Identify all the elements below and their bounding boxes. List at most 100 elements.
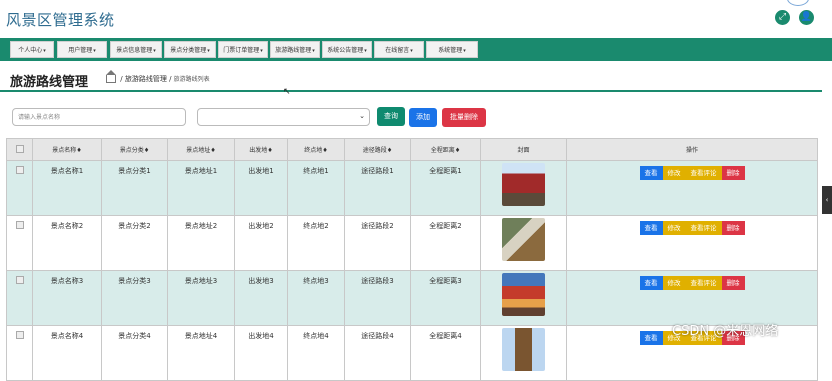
cell-category: 景点分类4 — [101, 325, 168, 381]
view-comments-button[interactable]: 查看评论 — [685, 276, 722, 290]
sort-icon: ♦ — [386, 147, 393, 154]
cell-name: 景点名称2 — [32, 215, 102, 271]
view-button[interactable]: 查看 — [639, 221, 663, 235]
avatar[interactable] — [787, 0, 809, 6]
cell-name: 景点名称4 — [32, 325, 102, 381]
breadcrumb-current: 旅游路线列表 — [173, 76, 210, 83]
view-button[interactable]: 查看 — [639, 331, 663, 345]
cell-route: 途径路段2 — [344, 215, 411, 271]
nav-item-scenic-info[interactable]: 景点信息管理▾ — [110, 41, 162, 58]
cell-end: 终点地2 — [287, 215, 345, 271]
cell-address: 景点地址4 — [167, 325, 235, 381]
nav-item-ticket-orders[interactable]: 门票订单管理▾ — [218, 41, 268, 58]
nav-item-scenic-category[interactable]: 景点分类管理▾ — [164, 41, 216, 58]
cover-image — [502, 218, 545, 261]
column-header[interactable]: 景点名称♦ — [32, 138, 102, 161]
chevron-down-icon: ⌄ — [359, 112, 365, 120]
fullscreen-icon[interactable]: ⤢ — [775, 10, 790, 25]
edit-button[interactable]: 修改 — [662, 276, 686, 290]
column-header: 操作 — [566, 138, 818, 161]
chevron-down-icon: ▾ — [260, 48, 263, 54]
cover-image — [502, 273, 545, 316]
select-all-checkbox[interactable] — [15, 144, 24, 153]
sort-icon: ♦ — [322, 147, 328, 154]
add-button[interactable]: 添加 — [409, 108, 437, 127]
home-icon[interactable] — [106, 70, 116, 83]
table-row: 景点名称3 景点分类3 景点地址3 出发地3 终点地3 途径路段3 全程距离3 … — [6, 270, 818, 326]
cell-address: 景点地址2 — [167, 215, 235, 271]
nav-item-announcements[interactable]: 系统公告管理▾ — [322, 41, 372, 58]
column-header[interactable]: 出发地♦ — [234, 138, 288, 161]
cell-route: 途径路段4 — [344, 325, 411, 381]
column-header[interactable]: 景点地址♦ — [167, 138, 235, 161]
chevron-down-icon: ▾ — [463, 48, 466, 54]
column-header[interactable]: 全程距离♦ — [410, 138, 481, 161]
cell-distance: 全程距离2 — [410, 215, 481, 271]
cell-start: 出发地2 — [234, 215, 288, 271]
cell-name: 景点名称3 — [32, 270, 102, 326]
table-row: 景点名称2 景点分类2 景点地址2 出发地2 终点地2 途径路段2 全程距离2 … — [6, 215, 818, 271]
breadcrumb-sep: / — [169, 75, 172, 83]
breadcrumb: / 旅游路线管理 / 旅游路线列表 — [106, 70, 210, 84]
column-header[interactable]: 终点地♦ — [287, 138, 345, 161]
app-title: 风景区管理系统 — [6, 11, 115, 29]
view-comments-button[interactable]: 查看评论 — [685, 221, 722, 235]
query-button[interactable]: 查询 — [377, 107, 405, 126]
cell-route: 途径路段1 — [344, 160, 411, 216]
category-select[interactable]: ⌄ — [197, 108, 370, 126]
row-checkbox[interactable] — [15, 221, 24, 229]
view-button[interactable]: 查看 — [639, 166, 663, 180]
nav-item-user-management[interactable]: 用户管理▾ — [57, 41, 107, 58]
side-collapse-tab[interactable]: ‹ — [822, 186, 832, 214]
chevron-down-icon: ▾ — [410, 48, 413, 54]
sort-icon: ♦ — [267, 147, 273, 154]
table-header-row: 景点名称♦ 景点分类♦ 景点地址♦ 出发地♦ 终点地♦ 途径路段♦ 全程距离♦ … — [6, 138, 818, 161]
view-comments-button[interactable]: 查看评论 — [685, 166, 722, 180]
chevron-down-icon: ▾ — [43, 48, 46, 54]
cell-category: 景点分类3 — [101, 270, 168, 326]
cell-start: 出发地3 — [234, 270, 288, 326]
edit-button[interactable]: 修改 — [662, 166, 686, 180]
search-input[interactable] — [12, 108, 186, 126]
sort-icon: ♦ — [76, 147, 82, 154]
chevron-down-icon: ▾ — [207, 48, 210, 54]
cell-distance: 全程距离3 — [410, 270, 481, 326]
route-table: 景点名称♦ 景点分类♦ 景点地址♦ 出发地♦ 终点地♦ 途径路段♦ 全程距离♦ … — [6, 138, 818, 381]
delete-button[interactable]: 删除 — [721, 166, 745, 180]
row-checkbox[interactable] — [15, 276, 24, 284]
nav-item-tour-routes[interactable]: 旅游路线管理▾ — [270, 41, 320, 58]
nav-item-personal-center[interactable]: 个人中心▾ — [10, 41, 54, 58]
sort-icon: ♦ — [143, 147, 150, 154]
breadcrumb-parent[interactable]: 旅游路线管理 — [125, 75, 167, 83]
edit-button[interactable]: 修改 — [662, 221, 686, 235]
chevron-down-icon: ▾ — [364, 48, 367, 54]
column-header: 封面 — [480, 138, 567, 161]
batch-delete-button[interactable]: 批量删除 — [442, 108, 486, 127]
delete-button[interactable]: 删除 — [721, 221, 745, 235]
nav-item-system-management[interactable]: 系统管理▾ — [426, 41, 478, 58]
chevron-down-icon: ▾ — [93, 48, 96, 54]
sort-icon: ♦ — [454, 147, 461, 154]
cell-start: 出发地4 — [234, 325, 288, 381]
cell-end: 终点地4 — [287, 325, 345, 381]
cell-address: 景点地址1 — [167, 160, 235, 216]
chevron-down-icon: ▾ — [153, 48, 156, 54]
cell-category: 景点分类2 — [101, 215, 168, 271]
nav-item-messages[interactable]: 在线留言▾ — [374, 41, 424, 58]
row-checkbox[interactable] — [15, 166, 24, 174]
app-header: 风景区管理系统 ⤢ 👤 — [0, 0, 832, 38]
user-icon[interactable]: 👤 — [799, 10, 814, 25]
table-row: 景点名称1 景点分类1 景点地址1 出发地1 终点地1 途径路段1 全程距离1 … — [6, 160, 818, 216]
row-checkbox[interactable] — [15, 331, 24, 339]
delete-button[interactable]: 删除 — [721, 276, 745, 290]
divider — [0, 90, 822, 92]
column-header[interactable]: 景点分类♦ — [101, 138, 168, 161]
cell-distance: 全程距离1 — [410, 160, 481, 216]
cell-start: 出发地1 — [234, 160, 288, 216]
mouse-cursor-icon: ↖ — [283, 87, 291, 97]
page-title: 旅游路线管理 — [10, 75, 89, 90]
column-header[interactable]: 途径路段♦ — [344, 138, 411, 161]
cell-name: 景点名称1 — [32, 160, 102, 216]
select-all-cell[interactable] — [6, 138, 33, 161]
view-button[interactable]: 查看 — [639, 276, 663, 290]
